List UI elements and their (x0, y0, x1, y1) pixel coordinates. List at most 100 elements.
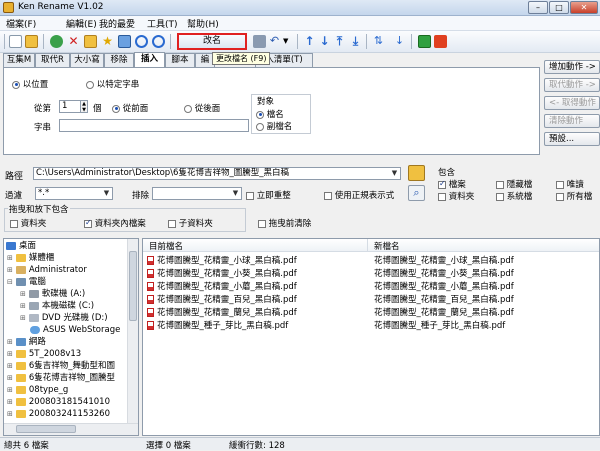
column-new-name[interactable]: 新檔名 (374, 240, 400, 252)
tree-item-dvd[interactable]: ⊞ DVD 光碟機 (D:) (20, 312, 108, 324)
expand-icon[interactable]: ⊞ (7, 350, 13, 358)
menu-edit[interactable]: 編輯(E) (66, 17, 97, 30)
expand-icon[interactable]: ⊞ (7, 374, 13, 382)
menu-help[interactable]: 幫助(H) (187, 17, 219, 30)
tree-scroll-thumb[interactable] (129, 251, 137, 321)
insert-string-input[interactable] (59, 119, 249, 132)
position-spinner[interactable]: ▲ ▼ (80, 100, 88, 113)
expand-icon[interactable]: ⊞ (20, 290, 26, 298)
browse-folder-icon[interactable] (408, 165, 425, 181)
undo-dropdown-icon[interactable]: ▼ (283, 35, 296, 48)
file-row[interactable]: 花博圖騰型_花精靈_百兒_黑白稿.pdf (147, 294, 297, 306)
tree-item-folder[interactable]: ⊞ 200803241153260 (7, 408, 110, 420)
ring-icon[interactable] (135, 35, 148, 48)
sort-icon[interactable]: ⇅ (372, 35, 385, 48)
preset-button[interactable]: 預設... (544, 132, 600, 146)
copy-icon[interactable] (118, 35, 131, 48)
get-action-button[interactable]: <- 取得動作 (544, 96, 600, 110)
settings-icon[interactable] (152, 35, 165, 48)
menu-favorites[interactable]: 我的最愛 (99, 17, 135, 30)
expand-icon[interactable]: ⊞ (20, 302, 26, 310)
clear-on-drag-option[interactable]: 拖曳前清除 (258, 217, 311, 229)
expand-icon[interactable]: ⊞ (7, 398, 13, 406)
target-ext-option[interactable]: 副檔名 (256, 120, 292, 132)
path-input[interactable]: C:\Users\Administrator\Desktop\6隻花博吉祥物_圖… (33, 167, 401, 180)
from-front-radio[interactable] (112, 104, 120, 113)
dragdrop-folder-checkbox[interactable] (10, 219, 18, 228)
tree-item-computer[interactable]: ⊟ 電腦 (7, 276, 46, 288)
file-row[interactable]: 花博圖騰型_花精靈_小葵_黑白稿.pdf (147, 268, 297, 280)
expand-icon[interactable]: ⊞ (7, 410, 13, 418)
include-system-checkbox[interactable] (496, 192, 504, 201)
favorite-star-icon[interactable]: ★ (101, 35, 114, 48)
tab-case[interactable]: 大小寫 (70, 53, 104, 67)
tree-item-folder[interactable]: ⊞ 200803181541010 (7, 396, 110, 408)
tab-insert[interactable]: 插入 (134, 52, 165, 67)
move-up-icon[interactable]: ↑ (303, 35, 316, 48)
undo-icon[interactable]: ↶ (268, 35, 281, 48)
dragdrop-subfolder-checkbox[interactable] (168, 219, 176, 228)
dragdrop-folder-option[interactable]: 資料夾 (10, 217, 46, 229)
menu-tools[interactable]: 工具(T) (147, 17, 178, 30)
refresh-icon[interactable] (50, 35, 63, 48)
maximize-button[interactable]: □ (549, 1, 569, 14)
tab-replace[interactable]: 取代R (35, 53, 70, 67)
rename-button[interactable]: 改名 (177, 33, 247, 50)
delete-icon[interactable]: ✕ (67, 35, 80, 48)
tree-item-desktop[interactable]: 桌面 (6, 240, 36, 252)
info-icon[interactable]: ↓ (393, 35, 406, 48)
use-regex-option[interactable]: 使用正規表示式 (324, 189, 394, 201)
minimize-button[interactable]: – (528, 1, 548, 14)
use-regex-checkbox[interactable] (324, 191, 332, 200)
position-number-input[interactable]: 1 (59, 100, 81, 113)
excel-icon[interactable] (418, 35, 431, 48)
instant-recheck-checkbox[interactable] (246, 191, 254, 200)
tree-item-folder[interactable]: ⊞ 6隻花博吉祥物_圖騰型 (7, 372, 115, 384)
include-readonly-checkbox[interactable] (556, 180, 564, 189)
expand-icon[interactable]: ⊞ (20, 314, 26, 322)
file-row[interactable]: 花博圖騰型_花精靈_小球_黑白稿.pdf (147, 255, 297, 267)
tab-remove[interactable]: 移除 (104, 53, 134, 67)
file-row[interactable]: 花博圖騰型_花精靈_蘭兒_黑白稿.pdf (147, 307, 297, 319)
from-back-radio[interactable] (184, 104, 192, 113)
tree-hscroll-thumb[interactable] (16, 425, 76, 433)
copy-disabled-icon[interactable] (253, 35, 266, 48)
folder-icon[interactable] (84, 35, 97, 48)
close-button[interactable]: ✕ (570, 1, 598, 14)
search-icon[interactable]: ⌕ (408, 185, 425, 201)
instant-recheck-option[interactable]: 立即重整 (246, 189, 291, 201)
by-string-radio[interactable] (86, 80, 94, 89)
from-back-option[interactable]: 從後面 (184, 102, 220, 114)
filter-input[interactable]: *.* ▼ (35, 187, 113, 200)
expand-icon[interactable]: ⊞ (7, 386, 13, 394)
by-position-option[interactable]: 以位置 (12, 78, 48, 90)
add-action-button[interactable]: 增加動作 -> (544, 60, 600, 74)
filter-dropdown-icon[interactable]: ▼ (102, 189, 111, 198)
file-list[interactable]: 目前檔名 新檔名 花博圖騰型_花精靈_小球_黑白稿.pdf 花博圖騰型_花精靈_… (142, 238, 600, 436)
tab-script[interactable]: 腳本 (165, 53, 195, 67)
target-filename-option[interactable]: 檔名 (256, 108, 284, 120)
file-row[interactable]: 花博圖騰型_種子_芽比_黑白稿.pdf (147, 320, 288, 332)
expand-icon[interactable]: ⊞ (7, 254, 13, 262)
replace-action-button[interactable]: 取代動作 -> (544, 78, 600, 92)
tree-item-local-disk[interactable]: ⊞ 本機磁碟 (C:) (20, 300, 94, 312)
folder-tree[interactable]: 桌面 ⊞ 媒體櫃 ⊞ Administrator ⊟ 電腦 ⊞ 軟碟機 (A:) ⊞ 本機… (3, 238, 139, 436)
include-folders-option[interactable]: 資料夾 (438, 190, 474, 202)
include-hidden-checkbox[interactable] (496, 180, 504, 189)
dragdrop-folder-files-checkbox[interactable] (84, 218, 92, 228)
expand-icon[interactable]: ⊞ (7, 266, 13, 274)
tree-horizontal-scrollbar[interactable] (4, 423, 138, 435)
file-row[interactable]: 花博圖騰型_花精靈_小蘑_黑白稿.pdf (147, 281, 297, 293)
tree-item-folder[interactable]: ⊞ 6隻吉祥物_舞動型和圖 (7, 360, 115, 372)
include-all-checkbox[interactable] (556, 192, 564, 201)
tree-item-library[interactable]: ⊞ 媒體櫃 (7, 252, 54, 264)
path-dropdown-icon[interactable]: ▼ (390, 169, 399, 178)
include-system-option[interactable]: 系統檔 (496, 190, 532, 202)
clear-on-drag-checkbox[interactable] (258, 219, 266, 228)
expand-icon[interactable]: ⊞ (7, 362, 13, 370)
expand-icon[interactable]: ⊞ (7, 338, 13, 346)
exclude-dropdown-icon[interactable]: ▼ (231, 189, 240, 198)
tree-item-administrator[interactable]: ⊞ Administrator (7, 264, 87, 276)
include-files-checkbox[interactable] (438, 179, 446, 189)
dragdrop-folder-files-option[interactable]: 資料夾內檔案 (84, 217, 146, 229)
